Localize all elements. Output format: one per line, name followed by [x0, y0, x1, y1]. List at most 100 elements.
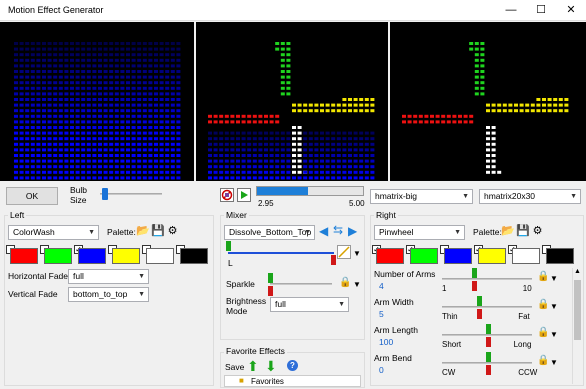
folder-icon: ■ [239, 376, 244, 385]
right-color-swatch-2[interactable] [410, 248, 438, 264]
right-color-swatch-4[interactable] [478, 248, 506, 264]
lock-icon[interactable]: 🔒 [537, 327, 549, 338]
chevron-down-icon: ▼ [570, 193, 577, 200]
size-select[interactable]: hmatrix20x30 ▼ [479, 189, 581, 204]
playback-progress-bar[interactable] [256, 186, 364, 196]
right-color-swatch-5[interactable] [512, 248, 540, 264]
left-color-swatch-2[interactable] [44, 248, 72, 264]
ok-button[interactable]: OK [6, 187, 58, 205]
bulb-size-label: Bulb Size [70, 185, 88, 205]
chevron-down-icon: ▼ [338, 301, 345, 308]
left-color-swatch-5[interactable] [146, 248, 174, 264]
chevron-down-icon[interactable]: ▼ [550, 274, 558, 283]
lock-icon[interactable]: 🔒 [339, 277, 351, 288]
stop-button[interactable] [220, 188, 234, 202]
param-label: Arm Bend [374, 353, 412, 363]
param-max-label: Fat [518, 312, 530, 321]
param-label: Arm Length [374, 325, 418, 335]
param-value[interactable]: 100 [379, 337, 393, 347]
scroll-thumb[interactable] [574, 280, 581, 340]
right-effect-select[interactable]: Pinwheel ▼ [374, 225, 465, 240]
param-value[interactable]: 4 [379, 281, 384, 291]
play-button[interactable] [237, 188, 251, 202]
chevron-down-icon[interactable]: ▼ [550, 330, 558, 339]
chevron-down-icon: ▼ [454, 229, 461, 236]
sparkle-left-marker [268, 273, 273, 283]
right-params-scrollbar[interactable]: ▲ [572, 268, 582, 384]
mixed-preview-pane [196, 22, 388, 181]
left-group-label: Left [8, 210, 27, 220]
right-color-swatch-6[interactable] [546, 248, 574, 264]
chevron-down-icon[interactable]: ▼ [550, 302, 558, 311]
chevron-down-icon: ▼ [462, 193, 469, 200]
stop-icon [221, 189, 233, 201]
left-effect-select[interactable]: ColorWash ▼ [8, 225, 99, 240]
param-track [442, 306, 532, 308]
arrow-left-icon[interactable]: ◀ [319, 224, 328, 238]
sparkle-slider[interactable] [268, 286, 273, 296]
brightness-mode-label: Brightness Mode [226, 296, 267, 316]
time-end: 5.00 [349, 199, 365, 208]
favorite-effects-label: Favorite Effects [224, 346, 287, 356]
chevron-down-icon[interactable]: ▼ [353, 280, 361, 289]
bulb-size-slider[interactable] [102, 188, 109, 200]
transition-select[interactable]: Dissolve_Bottom_Top ▼ [224, 225, 315, 240]
param-slider[interactable] [477, 309, 483, 319]
model-select[interactable]: hmatrix-big ▼ [370, 189, 473, 204]
minimize-button[interactable]: — [496, 0, 526, 21]
gear-icon[interactable]: ⚙ [166, 225, 179, 238]
param-min-label: Short [442, 340, 462, 349]
value-curve-button[interactable] [337, 245, 351, 259]
lock-icon[interactable]: 🔒 [537, 271, 549, 282]
gear-icon[interactable]: ⚙ [531, 225, 544, 238]
brightness-mode-select[interactable]: full ▼ [270, 297, 349, 312]
param-slider-max[interactable] [477, 296, 483, 306]
arrow-up-icon[interactable]: ⬆ [247, 358, 259, 375]
close-button[interactable]: ✕ [556, 0, 586, 21]
title-bar: Motion Effect Generator — ☐ ✕ [0, 0, 586, 21]
chevron-down-icon[interactable]: ▼ [353, 249, 361, 258]
left-color-swatch-1[interactable] [10, 248, 38, 264]
save-icon[interactable]: 💾 [151, 225, 165, 238]
arrow-right-icon[interactable]: ▶ [348, 224, 357, 238]
param-slider[interactable] [471, 281, 477, 291]
horizontal-fade-select[interactable]: full ▼ [68, 269, 149, 284]
param-value[interactable]: 5 [379, 309, 384, 319]
maximize-button[interactable]: ☐ [526, 0, 556, 21]
param-slider-max[interactable] [471, 268, 477, 278]
arrow-down-icon[interactable]: ⬇ [265, 358, 277, 375]
playback-progress-fill [257, 187, 308, 195]
mix-left-marker [226, 241, 231, 251]
left-color-swatch-4[interactable] [112, 248, 140, 264]
bulb-size-track [100, 193, 162, 195]
param-slider-max[interactable] [486, 324, 491, 334]
favorites-tree-root[interactable]: Favorites [251, 377, 284, 386]
time-start: 2.95 [258, 199, 274, 208]
value-curve-icon [338, 246, 350, 258]
chevron-down-icon: ▼ [88, 229, 95, 236]
scroll-up-icon[interactable]: ▲ [574, 268, 581, 275]
left-color-swatch-6[interactable] [180, 248, 208, 264]
vertical-fade-select[interactable]: bottom_to_top ▼ [68, 287, 149, 302]
param-value[interactable]: 0 [379, 365, 384, 375]
folder-open-icon[interactable]: 📂 [136, 225, 150, 238]
horizontal-fade-label: Horizontal Fade [8, 271, 69, 281]
chevron-down-icon[interactable]: ▼ [550, 358, 558, 367]
left-preview-pane [0, 22, 194, 181]
param-slider-max[interactable] [486, 352, 491, 362]
left-color-swatch-3[interactable] [78, 248, 106, 264]
lock-icon[interactable]: 🔒 [537, 299, 549, 310]
swap-icon[interactable]: ⇆ [333, 223, 343, 237]
mix-slider[interactable] [331, 255, 336, 265]
right-color-swatch-1[interactable] [376, 248, 404, 264]
right-color-swatch-3[interactable] [444, 248, 472, 264]
lock-icon[interactable]: 🔒 [537, 355, 549, 366]
help-icon[interactable]: ? [287, 360, 298, 371]
param-slider[interactable] [486, 365, 491, 375]
right-palette-label: Palette: [473, 227, 502, 237]
folder-open-icon[interactable]: 📂 [501, 225, 515, 238]
save-icon[interactable]: 💾 [516, 225, 530, 238]
param-slider[interactable] [486, 337, 491, 347]
favorites-tree[interactable]: ■ Favorites [224, 375, 361, 387]
param-max-label: Long [513, 340, 532, 349]
